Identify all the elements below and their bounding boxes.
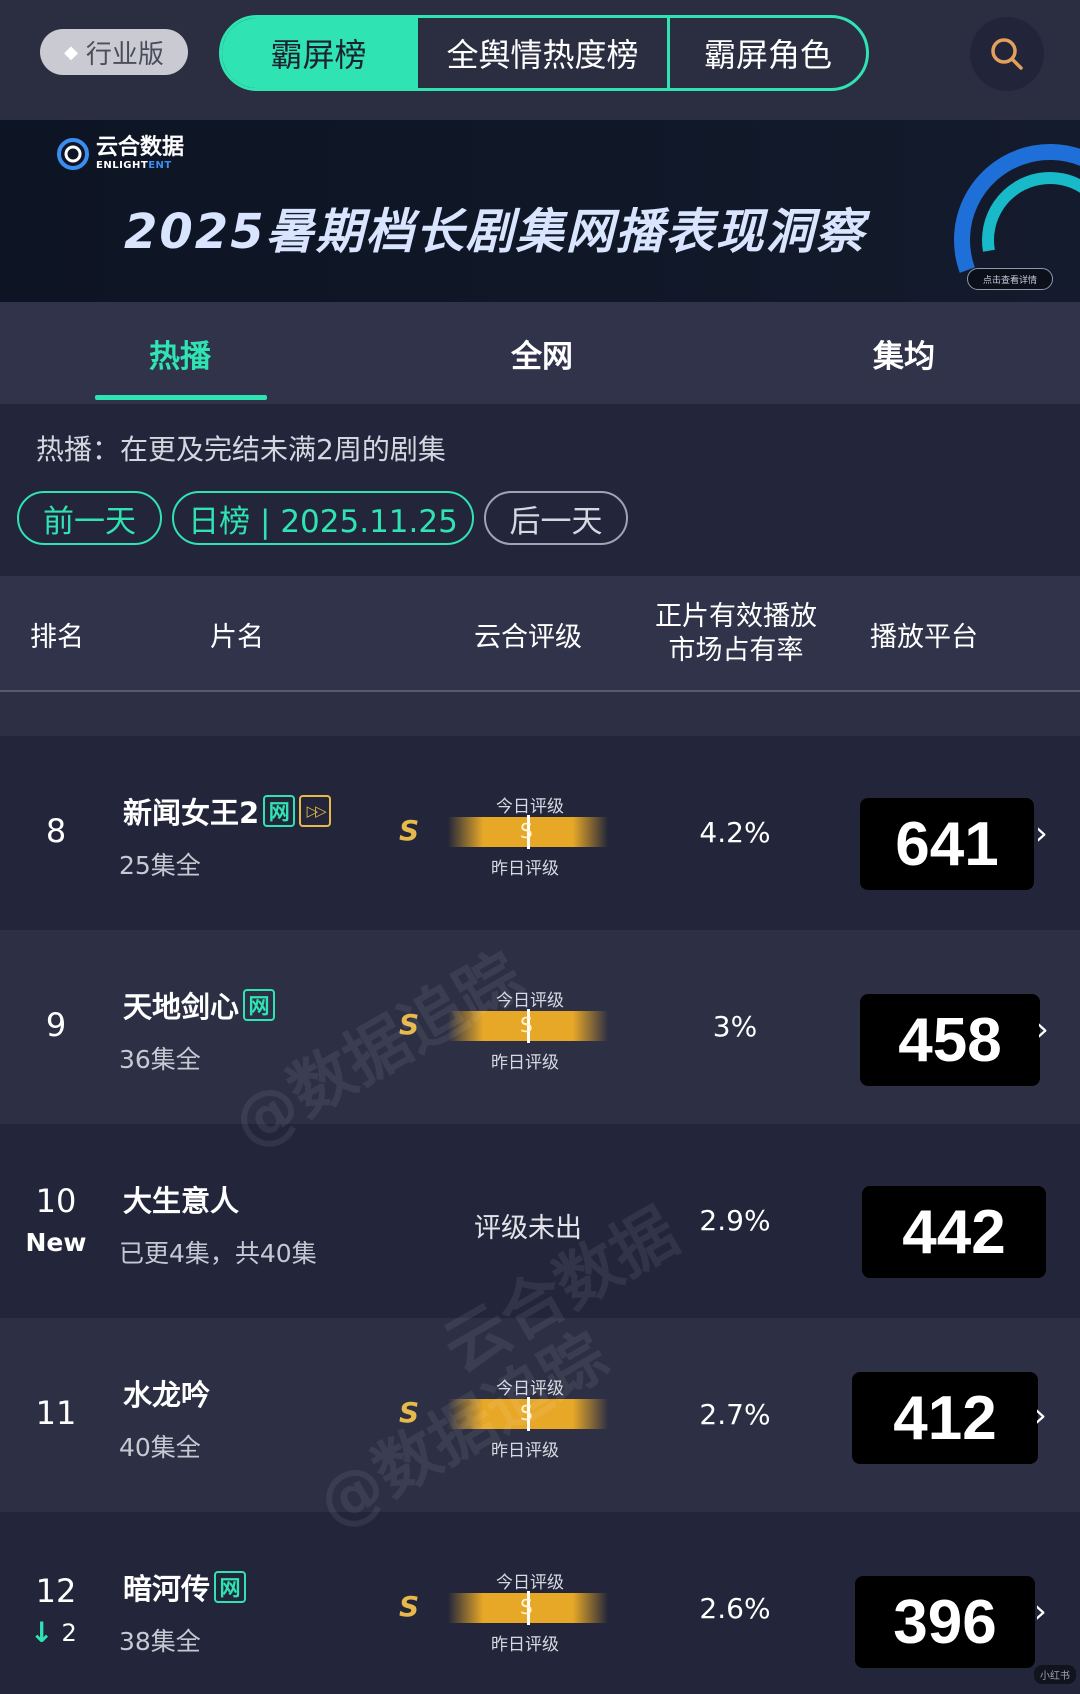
show-title[interactable]: 天地剑心 网: [123, 984, 276, 1026]
grade-letter: S: [399, 1396, 420, 1429]
list-description: 热播：在更及完结未满2周的剧集: [36, 433, 446, 466]
edition-switch[interactable]: ◆ 行业版: [40, 29, 188, 75]
market-share: 2.6%: [699, 1592, 771, 1625]
grade-letter: S: [399, 1590, 420, 1623]
today-grade-label: 今日评级: [496, 991, 564, 1011]
sub-tab-bar: 热播 全网 集均: [0, 302, 1080, 404]
platform-logo[interactable]: 412: [852, 1372, 1038, 1464]
chevron-right-icon[interactable]: ›: [1034, 1592, 1047, 1630]
subtab-per-episode[interactable]: 集均: [784, 302, 1024, 404]
next-day-button[interactable]: 后一天: [484, 491, 628, 545]
today-grade-label: 今日评级: [496, 1379, 564, 1399]
table-header: 排名 片名 云合评级 正片有效播放 市场占有率 播放平台: [0, 576, 1080, 692]
network-tag: 网: [243, 989, 276, 1021]
col-grade: 云合评级: [474, 621, 582, 653]
chevron-right-icon[interactable]: ›: [1035, 814, 1048, 852]
today-grade-label: 今日评级: [496, 1573, 564, 1593]
yesterday-grade-label: 昨日评级: [491, 859, 559, 879]
table-spacer: [0, 692, 1080, 736]
edition-label: 行业版: [85, 39, 164, 70]
grade-indicator: S 今日评级 S 昨日评级: [396, 792, 626, 879]
col-platform: 播放平台: [870, 621, 978, 653]
platform-logo[interactable]: 641: [860, 798, 1034, 890]
grade-indicator: S 今日评级 S 昨日评级: [396, 1374, 626, 1461]
subtab-all-network[interactable]: 全网: [422, 302, 662, 404]
episode-count: 40集全: [119, 1433, 201, 1462]
grade-indicator: S 今日评级 S 昨日评级: [396, 1568, 626, 1655]
search-button[interactable]: [970, 17, 1044, 91]
table-row[interactable]: 10 New 大生意人 已更4集，共40集 评级未出 2.9% 442: [0, 1124, 1080, 1318]
rank-number: 11: [35, 1394, 77, 1432]
episode-count: 38集全: [119, 1627, 201, 1656]
platform-logo[interactable]: 442: [862, 1186, 1046, 1278]
gem-icon: ◆: [64, 41, 78, 63]
top-bar: ◆ 行业版 霸屏榜 全舆情热度榜 霸屏角色: [0, 0, 1080, 120]
chevron-right-icon[interactable]: ›: [1034, 1396, 1047, 1434]
source-badge: 小红书: [1034, 1665, 1076, 1684]
tab-top-roles[interactable]: 霸屏角色: [670, 18, 866, 88]
episode-count: 已更4集，共40集: [119, 1239, 317, 1268]
table-row[interactable]: 11 水龙吟 40集全 S 今日评级 S 昨日评级 2.7% 412 ›: [0, 1318, 1080, 1512]
search-icon: [991, 38, 1023, 70]
show-title[interactable]: 水龙吟: [123, 1372, 210, 1414]
network-tag: 网: [263, 795, 296, 827]
grade-mark-letter: S: [520, 1401, 533, 1425]
col-rank: 排名: [30, 621, 84, 653]
main-tab-switch: 霸屏榜 全舆情热度榜 霸屏角色: [219, 15, 869, 91]
rank-number: 12: [35, 1572, 77, 1610]
col-market-share: 正片有效播放 市场占有率: [655, 601, 817, 666]
platform-logo[interactable]: 396: [855, 1576, 1035, 1668]
yesterday-grade-label: 昨日评级: [491, 1441, 559, 1461]
brand-name-cn: 云合数据: [96, 135, 185, 160]
col-title: 片名: [210, 621, 264, 653]
episode-count: 36集全: [119, 1045, 201, 1074]
grade-mark-letter: S: [520, 1595, 533, 1619]
grade-mark-letter: S: [520, 1013, 533, 1037]
grade-letter: S: [399, 814, 420, 847]
rank-number: 8: [45, 812, 67, 850]
episode-count: 25集全: [119, 851, 201, 880]
market-share: 3%: [712, 1010, 758, 1043]
promo-banner[interactable]: 云合数据 ENLIGHTENT 2025暑期档长剧集网播表现洞察 点击查看详情: [0, 120, 1080, 302]
grade-mark-letter: S: [520, 819, 533, 843]
rank-change: ↓ 2: [30, 1616, 77, 1649]
market-share: 4.2%: [699, 816, 771, 849]
market-share: 2.9%: [699, 1204, 771, 1237]
date-selector[interactable]: 日榜 | 2025.11.25: [172, 491, 474, 545]
active-tab-underline: [95, 395, 267, 400]
yesterday-grade-label: 昨日评级: [491, 1635, 559, 1655]
brand-name-en: ENLIGHTENT: [96, 160, 172, 171]
brand-logo-icon: [57, 137, 89, 170]
table-row[interactable]: 12 ↓ 2 暗河传 网 38集全 S 今日评级 S 昨日评级 2.6% 396…: [0, 1512, 1080, 1694]
table-row[interactable]: 8 新闻女王2 网 ▷▷ 25集全 S 今日评级 S 昨日评级 4.2% 641…: [0, 736, 1080, 930]
show-title[interactable]: 新闻女王2 网 ▷▷: [123, 790, 332, 832]
chevron-right-icon[interactable]: ›: [1036, 1010, 1049, 1048]
show-title[interactable]: 大生意人: [123, 1178, 239, 1220]
today-grade-label: 今日评级: [496, 797, 564, 817]
grade-pending: 评级未出: [474, 1213, 582, 1244]
new-badge: New: [25, 1228, 87, 1257]
arrow-down-icon: ↓: [30, 1616, 54, 1649]
brand-logo: 云合数据 ENLIGHTENT: [56, 136, 184, 171]
tab-ranking[interactable]: 霸屏榜: [222, 18, 418, 88]
market-share: 2.7%: [699, 1398, 771, 1431]
grade-indicator: S 今日评级 S 昨日评级: [396, 986, 626, 1073]
network-tag: 网: [214, 1571, 247, 1603]
table-row[interactable]: 9 天地剑心 网 36集全 S 今日评级 S 昨日评级 3% 458 ›: [0, 930, 1080, 1124]
grade-letter: S: [399, 1008, 420, 1041]
tab-sentiment-heat[interactable]: 全舆情热度榜: [418, 18, 670, 88]
platform-logo[interactable]: 458: [860, 994, 1040, 1086]
banner-detail-button[interactable]: 点击查看详情: [967, 268, 1053, 290]
rank-number: 10: [35, 1182, 77, 1220]
subtab-hot[interactable]: 热播: [60, 302, 300, 404]
banner-title: 2025暑期档长剧集网播表现洞察: [124, 204, 866, 260]
show-title[interactable]: 暗河传 网: [123, 1566, 247, 1608]
yesterday-grade-label: 昨日评级: [491, 1053, 559, 1073]
play-icon: ▷▷: [299, 795, 332, 827]
rank-number: 9: [45, 1006, 67, 1044]
prev-day-button[interactable]: 前一天: [17, 491, 162, 545]
